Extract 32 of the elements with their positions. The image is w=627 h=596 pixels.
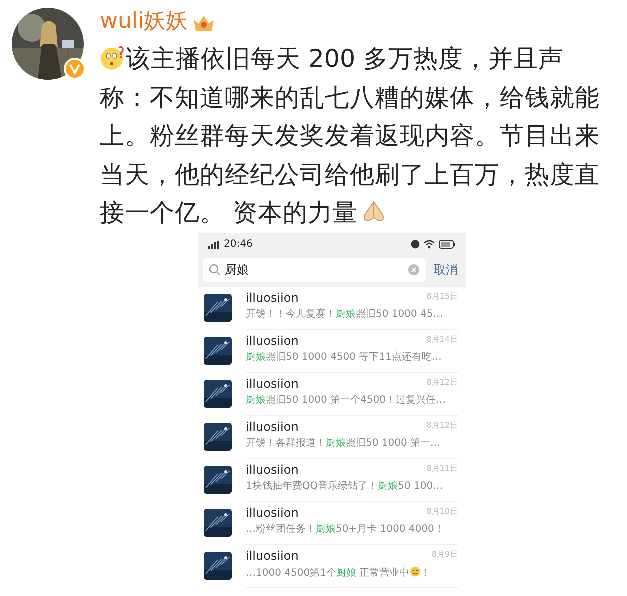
result-date: 8月14日 (426, 334, 458, 346)
cancel-button[interactable]: 取消 (426, 260, 458, 278)
result-date: 8月10日 (426, 506, 458, 518)
message-preview: …粉丝团任务！厨娘50+月卡 1000 4000！ (246, 522, 446, 536)
message-preview: …1000 4500第1个厨娘 正常营业中 ！ (246, 566, 432, 580)
post-text: 该主播依旧每天 200 多万热度，并且声称：不知道哪来的乱七八糟的媒体，给钱就能上。粉丝群每天发奖发着返现内容。节目出来当天，他的经纪公司给他刷了上百万，热度直接一个亿。 资本的力量 (100, 43, 601, 229)
contact-name: illuosiion (246, 462, 299, 478)
contact-name: illuosiion (246, 334, 299, 348)
message-preview: 厨娘照旧50 1000 4500 等下11点还有吃… (246, 350, 443, 364)
contact-name: illuosiion (246, 420, 299, 434)
message-preview: 1块钱抽年费QQ音乐绿钻了！厨娘50 100… (246, 480, 444, 494)
signal-icon (208, 240, 220, 248)
search-icon (209, 264, 221, 276)
battery-icon (439, 240, 456, 249)
search-field[interactable]: 厨娘 (203, 258, 426, 282)
result-date: 8月9日 (432, 548, 458, 560)
message-preview: 开镑！！今儿复赛！厨娘照旧50 1000 45… (246, 308, 444, 322)
result-date: 8月12日 (426, 376, 458, 388)
status-time: 20:46 (224, 238, 253, 252)
contact-name: illuosiion (246, 290, 299, 306)
result-date: 8月11日 (426, 462, 458, 474)
result-date: 8月15日 (426, 290, 458, 302)
verified-badge-icon (64, 58, 86, 80)
author-name[interactable]: wuli妖妖 (100, 8, 188, 36)
contact-name: illuosiion (246, 548, 299, 564)
message-preview: 厨娘照旧50 1000 第一个4500！过复兴任… (246, 394, 447, 408)
message-preview: 开镑！各群报道！厨娘照旧50 1000 第一… (246, 436, 442, 450)
wifi-icon (424, 240, 435, 249)
contact-name: illuosiion (246, 506, 299, 520)
contact-name: illuosiion (246, 376, 299, 392)
result-date: 8月12日 (426, 420, 458, 432)
puzzled-face-icon (100, 45, 126, 71)
